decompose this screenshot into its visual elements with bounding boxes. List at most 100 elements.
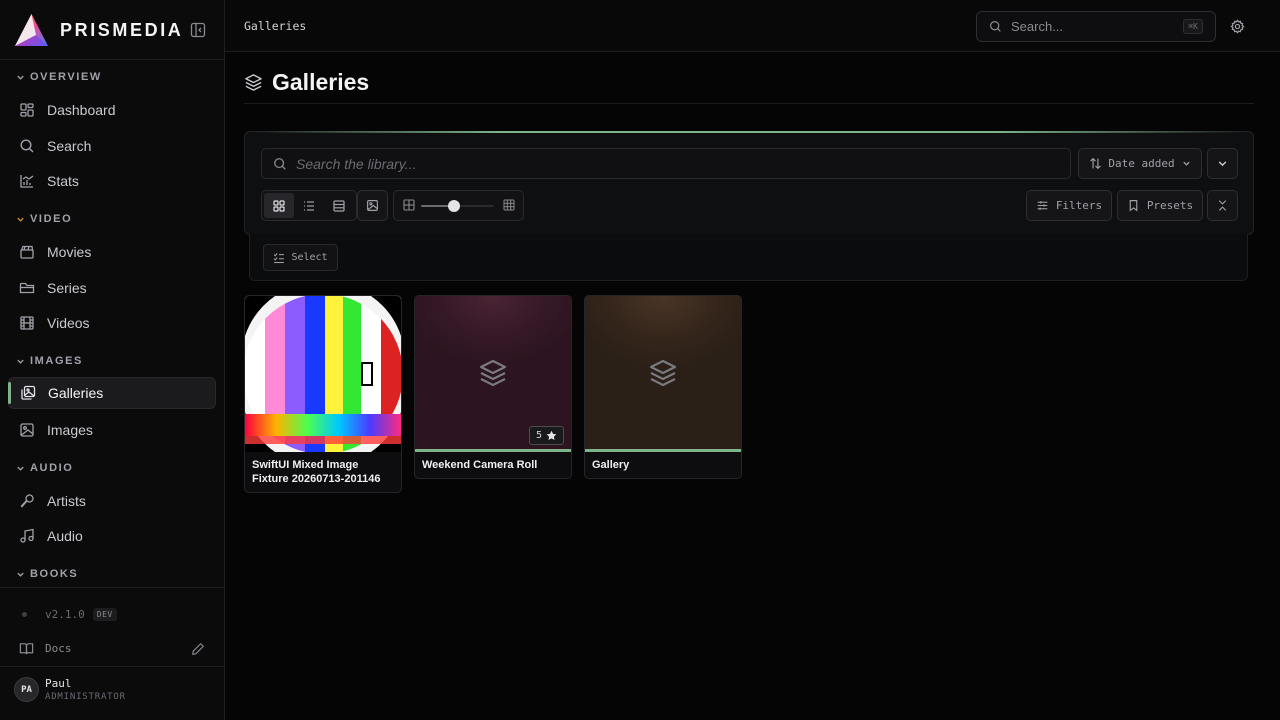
sidebar-item-label: Audio — [47, 528, 83, 544]
list-view-button[interactable] — [294, 193, 324, 218]
stats-icon — [19, 173, 35, 189]
sidebar-item-label: Galleries — [48, 385, 104, 401]
section-audio[interactable]: AUDIO — [16, 460, 73, 476]
test-pattern-image — [245, 296, 401, 452]
selection-panel: Select — [249, 234, 1248, 281]
presets-label: Presets — [1146, 199, 1194, 212]
sort-direction-button[interactable] — [1207, 148, 1238, 179]
chevron-down-icon — [17, 572, 24, 577]
zoom-track[interactable] — [421, 200, 494, 212]
film-icon — [19, 244, 35, 260]
breadcrumb: Galleries — [244, 19, 307, 33]
collapse-sidebar-icon[interactable] — [190, 22, 206, 38]
sidebar-item-galleries[interactable]: Galleries — [8, 377, 216, 409]
title-divider — [244, 103, 1254, 104]
sidebar-item-artists[interactable]: Artists — [8, 485, 216, 517]
version-label: v2.1.0 — [45, 608, 85, 621]
pencil-icon[interactable] — [191, 642, 205, 656]
sidebar-item-images[interactable]: Images — [8, 414, 216, 446]
library-search-input[interactable] — [296, 155, 1056, 172]
folder-icon — [19, 280, 35, 296]
star-icon — [546, 430, 557, 441]
library-search[interactable] — [261, 148, 1071, 179]
mic-icon — [19, 493, 35, 509]
zoom-thumb[interactable] — [447, 200, 460, 212]
collapse-toolbar-button[interactable] — [1207, 190, 1238, 221]
section-images[interactable]: IMAGES — [16, 353, 83, 369]
gallery-card[interactable]: 5 Weekend Camera Roll — [414, 295, 572, 479]
section-books[interactable]: BOOKS — [16, 566, 78, 582]
shortcut-badge: ⌘K — [1183, 19, 1203, 34]
prism-logo-icon — [15, 14, 48, 46]
sidebar-item-search[interactable]: Search — [8, 130, 216, 162]
global-search[interactable]: ⌘K — [976, 11, 1216, 42]
dashboard-icon — [19, 102, 35, 118]
sidebar-item-movies[interactable]: Movies — [8, 236, 216, 268]
chevron-down-icon — [17, 466, 24, 471]
gallery-thumbnail: 5 — [415, 296, 571, 452]
select-button[interactable]: Select — [263, 244, 338, 271]
image-count-badge: 5 — [528, 426, 564, 445]
table-icon — [333, 199, 345, 212]
bookmark-icon — [1127, 199, 1140, 212]
sliders-icon — [1036, 199, 1049, 212]
docs-link[interactable]: Docs — [19, 641, 205, 656]
table-view-button[interactable] — [324, 193, 354, 218]
top-bar: Galleries ⌘K — [225, 0, 1280, 52]
sidebar-item-label: Videos — [47, 315, 90, 331]
page-title: Galleries — [272, 69, 370, 95]
sort-icon — [1089, 157, 1102, 170]
avatar: PA — [14, 677, 39, 702]
gear-icon[interactable] — [1230, 19, 1245, 34]
sidebar-divider — [0, 59, 224, 60]
section-overview[interactable]: OVERVIEW — [16, 69, 102, 85]
gallery-card[interactable]: SwiftUI Mixed Image Fixture 20260713-201… — [244, 295, 402, 493]
view-mode-group — [261, 190, 357, 221]
sort-dropdown[interactable]: Date added — [1078, 148, 1202, 179]
sidebar-item-audio[interactable]: Audio — [8, 520, 216, 552]
music-icon — [19, 528, 35, 544]
status-dot — [22, 612, 27, 617]
presets-button[interactable]: Presets — [1117, 190, 1203, 221]
global-search-input[interactable] — [1011, 19, 1161, 34]
book-icon — [19, 641, 34, 656]
filters-label: Filters — [1055, 199, 1103, 212]
sidebar-item-label: Series — [47, 280, 87, 296]
sidebar: PRISMEDIA OVERVIEW Dashboard Search Stat… — [0, 0, 225, 720]
video-icon — [19, 315, 35, 331]
filters-button[interactable]: Filters — [1026, 190, 1112, 221]
sidebar-item-dashboard[interactable]: Dashboard — [8, 94, 216, 126]
gallery-thumbnail — [585, 296, 741, 452]
sidebar-item-label: Dashboard — [47, 102, 116, 118]
image-icon — [366, 199, 379, 212]
chevron-down-icon — [17, 75, 24, 80]
checklist-icon — [273, 252, 285, 264]
version-info: v2.1.0 DEV — [22, 608, 117, 621]
gallery-card[interactable]: Gallery — [584, 295, 742, 479]
sidebar-item-label: Search — [47, 138, 92, 154]
search-icon — [989, 20, 1002, 33]
sidebar-divider — [0, 666, 224, 667]
chevron-down-icon — [1218, 161, 1227, 167]
sidebar-item-label: Stats — [47, 173, 79, 189]
sidebar-item-series[interactable]: Series — [8, 272, 216, 304]
grid-icon — [273, 199, 285, 212]
layers-icon — [648, 358, 678, 388]
image-preview-toggle[interactable] — [357, 190, 388, 221]
section-video[interactable]: VIDEO — [16, 211, 72, 227]
brand-name: PRISMEDIA — [60, 19, 184, 40]
chevron-down-icon — [17, 217, 24, 222]
sidebar-item-videos[interactable]: Videos — [8, 307, 216, 339]
sidebar-item-label: Artists — [47, 493, 86, 509]
brand[interactable]: PRISMEDIA — [14, 12, 183, 48]
grid-view-button[interactable] — [264, 193, 294, 218]
user-role: ADMINISTRATOR — [45, 692, 126, 702]
sidebar-item-stats[interactable]: Stats — [8, 165, 216, 197]
sidebar-divider — [0, 587, 224, 588]
layers-icon — [244, 73, 263, 92]
zoom-slider[interactable] — [393, 190, 524, 221]
user-menu[interactable]: PA Paul ADMINISTRATOR — [14, 677, 126, 702]
dev-badge: DEV — [92, 608, 117, 621]
library-toolbar: Date added Filters Presets — [244, 131, 1254, 235]
select-label: Select — [291, 252, 328, 263]
